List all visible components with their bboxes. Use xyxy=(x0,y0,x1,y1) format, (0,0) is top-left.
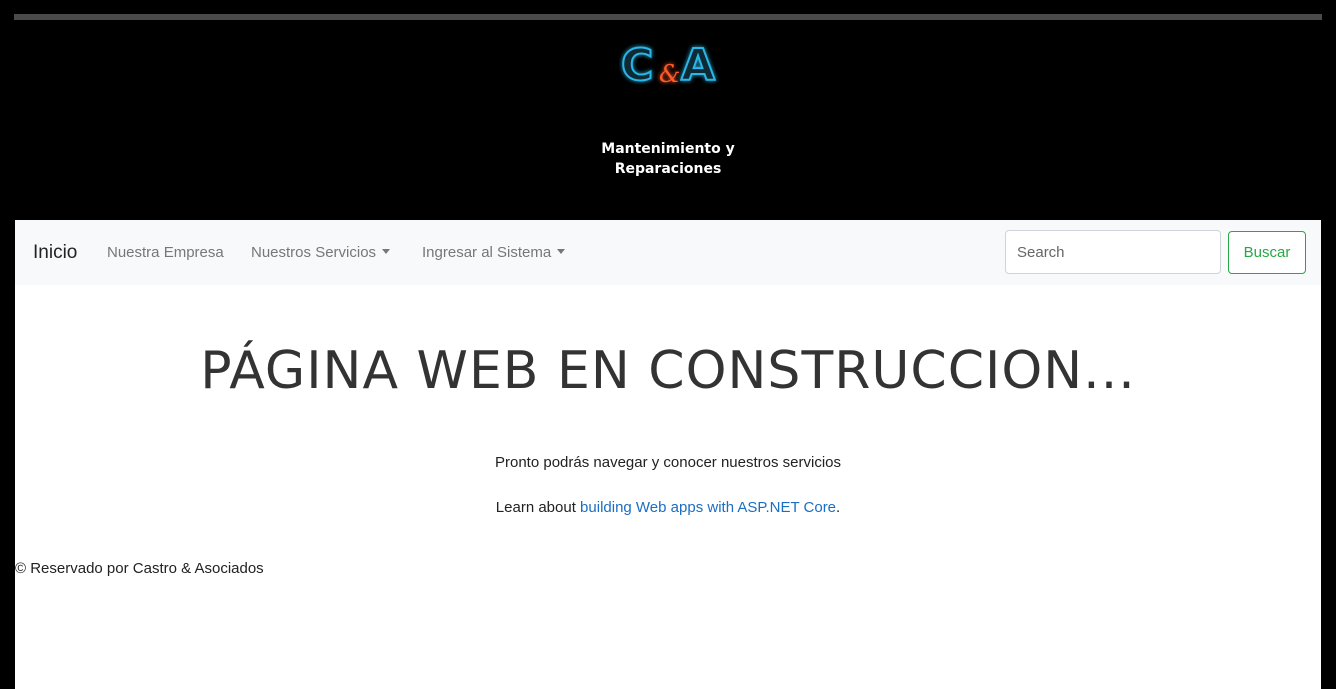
tagline-line-1: Mantenimiento y xyxy=(601,141,735,157)
learn-paragraph: Learn about building Web apps with ASP.N… xyxy=(15,497,1321,519)
nav-item-nuestra-empresa[interactable]: Nuestra Empresa xyxy=(107,220,224,285)
logo-letter-a: A xyxy=(681,40,715,91)
company-logo[interactable]: C & A xyxy=(15,26,1321,96)
nav-brand-inicio[interactable]: Inicio xyxy=(33,220,77,285)
top-border xyxy=(14,14,1322,20)
nav-item-nuestros-servicios[interactable]: Nuestros Servicios xyxy=(251,220,391,285)
learn-prefix: Learn about xyxy=(495,499,581,516)
search-input[interactable] xyxy=(1005,230,1221,274)
neon-logo-icon: C & A xyxy=(620,39,716,92)
site-header: C & A Mantenimiento y Reparaciones xyxy=(15,21,1321,220)
page-title: PÁGINA WEB EN CONSTRUCCION... xyxy=(200,341,1136,401)
caret-down-icon xyxy=(382,249,391,254)
navbar: Inicio Nuestra Empresa Nuestros Servicio… xyxy=(15,220,1321,285)
learn-suffix: . xyxy=(836,499,841,516)
tagline-line-2: Reparaciones xyxy=(614,161,722,177)
page: C & A Mantenimiento y Reparaciones Inici… xyxy=(15,21,1321,689)
nav-item-ingresar-sistema[interactable]: Ingresar al Sistema xyxy=(422,220,566,285)
window-frame: C & A Mantenimiento y Reparaciones Inici… xyxy=(0,0,1336,689)
aspnet-core-link[interactable]: building Web apps with ASP.NET Core xyxy=(580,499,836,516)
nav-item-label: Nuestra Empresa xyxy=(107,244,224,261)
logo-letter-c: C xyxy=(621,40,653,91)
nav-item-label: Ingresar al Sistema xyxy=(422,244,552,261)
footer-copyright: © Reservado por Castro & Asociados xyxy=(15,560,264,577)
logo-ampersand: & xyxy=(659,60,680,88)
search-button[interactable]: Buscar xyxy=(1228,231,1306,274)
intro-text: Pronto podrás navegar y conocer nuestros… xyxy=(494,454,841,471)
caret-down-icon xyxy=(557,249,566,254)
tagline: Mantenimiento y Reparaciones xyxy=(15,139,1321,179)
nav-item-label: Nuestros Servicios xyxy=(251,244,377,261)
